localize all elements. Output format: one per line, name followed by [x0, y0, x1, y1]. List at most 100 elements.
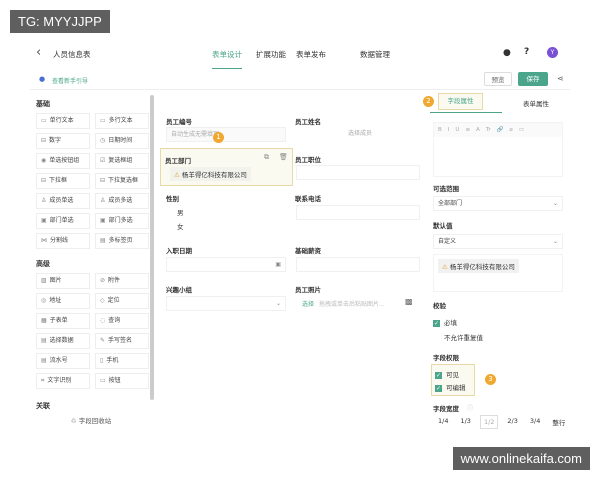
- visible-checkbox[interactable]: ✓ 可见: [435, 369, 459, 379]
- width-option[interactable]: 3/4: [527, 415, 543, 429]
- component-item[interactable]: ✎ 手写签名: [95, 333, 149, 349]
- field-recycle-bin[interactable]: ♲ 字段回收站: [30, 415, 152, 425]
- help-icon[interactable]: ?: [524, 47, 529, 57]
- component-item[interactable]: ⌗ 文字识别: [36, 373, 90, 389]
- gender-option-male[interactable]: 男: [177, 207, 184, 217]
- component-item[interactable]: ▤ 多标签页: [95, 233, 149, 249]
- dept-field-selected[interactable]: 员工部门 ⧉ 🗑 ⚠ 杨羊得亿科技有限公司: [160, 148, 293, 186]
- component-item[interactable]: ◷ 日期时间: [95, 133, 149, 149]
- tab-publish[interactable]: 表单发布: [296, 49, 326, 60]
- toolbar-button[interactable]: Tr: [486, 127, 491, 133]
- tab-form-props[interactable]: 表单属性: [523, 98, 549, 108]
- component-label: 选择数据: [49, 337, 74, 344]
- copy-icon[interactable]: ⧉: [264, 153, 269, 162]
- component-item[interactable]: ⊘ 附件: [95, 273, 149, 289]
- avatar[interactable]: Y: [547, 47, 558, 58]
- position-input[interactable]: [296, 165, 420, 180]
- delete-icon[interactable]: 🗑: [279, 153, 288, 161]
- toolbar-button[interactable]: A: [476, 127, 480, 133]
- component-item[interactable]: ▣ 部门单选: [36, 213, 90, 229]
- label-permission: 字段权限: [433, 354, 459, 362]
- label-emp-no: 员工编号: [166, 118, 192, 126]
- component-item[interactable]: ▭ 单行文本: [36, 113, 90, 129]
- label-default: 默认值: [433, 222, 453, 230]
- palette-scrollbar[interactable]: [150, 95, 154, 400]
- required-checkbox[interactable]: ✓ 必填: [433, 317, 457, 327]
- notification-icon[interactable]: ●: [503, 48, 511, 58]
- component-item[interactable]: ▤ 流水号: [36, 353, 90, 369]
- component-item[interactable]: ◌ 查询: [95, 313, 149, 329]
- component-icon: ▭: [41, 117, 47, 124]
- component-label: 成员单选: [49, 197, 74, 204]
- guide-link[interactable]: 查看新手引导: [52, 76, 88, 85]
- component-item[interactable]: ◎ 地址: [36, 293, 90, 309]
- toolbar-button[interactable]: 🔗: [497, 127, 504, 133]
- component-item[interactable]: ⊟ 下拉框: [36, 173, 90, 189]
- width-option[interactable]: 2/3: [504, 415, 520, 429]
- component-icon: ✎: [100, 337, 106, 344]
- component-item[interactable]: ▨ 图片: [36, 273, 90, 289]
- width-option[interactable]: 整行: [549, 415, 568, 429]
- component-icon: ▦: [41, 317, 47, 324]
- component-icon: ▯: [100, 357, 104, 364]
- group-select[interactable]: ⌄: [166, 296, 286, 311]
- tab-data-manage[interactable]: 数据管理: [360, 49, 390, 60]
- rich-text-editor[interactable]: B I U ≡ A Tr 🔗 ⌀ ▭: [433, 122, 563, 177]
- component-item[interactable]: ▭ 按钮: [95, 373, 149, 389]
- component-item[interactable]: ▤ 选择数据: [36, 333, 90, 349]
- permission-group: ✓ 可见 ✓ 可编辑: [431, 364, 475, 396]
- component-label: 多标签页: [108, 237, 133, 244]
- toolbar-button[interactable]: ≡: [465, 127, 470, 133]
- component-item[interactable]: ⋈ 分割线: [36, 233, 90, 249]
- emp-name-select[interactable]: 选择成员: [296, 127, 420, 142]
- emp-no-input[interactable]: 自动生成无需填写: [166, 127, 286, 142]
- component-item[interactable]: ♙ 成员单选: [36, 193, 90, 209]
- salary-input[interactable]: [296, 257, 420, 272]
- editable-checkbox[interactable]: ✓ 可编辑: [435, 382, 466, 392]
- badge-3: 3: [485, 374, 496, 385]
- component-item[interactable]: ♙ 成员多选: [95, 193, 149, 209]
- toolbar-button[interactable]: ▭: [519, 127, 524, 133]
- toolbar-button[interactable]: U: [455, 127, 459, 133]
- component-item[interactable]: ▦ 子表单: [36, 313, 90, 329]
- component-item[interactable]: ▭ 多行文本: [95, 113, 149, 129]
- toolbar-button[interactable]: I: [448, 127, 450, 133]
- component-item[interactable]: ⊟ 下拉复选框: [95, 173, 149, 189]
- width-option[interactable]: 1/3: [457, 415, 473, 429]
- component-label: 地址: [49, 297, 62, 304]
- component-icon: ▨: [41, 277, 47, 284]
- tab-form-design[interactable]: 表单设计: [212, 49, 242, 69]
- label-salary: 基础薪资: [295, 247, 321, 255]
- range-select[interactable]: 全部部门 ⌄: [433, 196, 563, 211]
- tab-extensions[interactable]: 扩展功能: [256, 49, 286, 60]
- width-option[interactable]: 1/2: [479, 415, 499, 429]
- toolbar-button[interactable]: ⌀: [509, 127, 512, 133]
- width-option[interactable]: 1/4: [435, 415, 451, 429]
- photo-hint: 拖拽或单击后粘贴图片...: [319, 301, 385, 308]
- default-select[interactable]: 自定义 ⌄: [433, 234, 563, 249]
- component-item[interactable]: ◉ 单选按钮组: [36, 153, 90, 169]
- component-label: 流水号: [49, 357, 68, 364]
- gender-option-female[interactable]: 女: [177, 221, 184, 231]
- component-item[interactable]: ⊟ 数字: [36, 133, 90, 149]
- default-value-box[interactable]: ⚠ 杨羊得亿科技有限公司: [433, 254, 563, 292]
- component-item[interactable]: ◇ 定位: [95, 293, 149, 309]
- toolbar-button[interactable]: B: [438, 127, 442, 133]
- tab-field-props[interactable]: 字段属性: [438, 93, 483, 110]
- save-button[interactable]: 保存: [518, 72, 548, 86]
- hire-date-input[interactable]: ▣: [166, 257, 286, 272]
- component-item[interactable]: ▣ 部门多选: [95, 213, 149, 229]
- component-item[interactable]: ☑ 复选框组: [95, 153, 149, 169]
- photo-select-button[interactable]: 选择: [302, 299, 314, 308]
- qrcode-icon[interactable]: ▩: [405, 297, 413, 306]
- component-item[interactable]: ▯ 手机: [95, 353, 149, 369]
- no-duplicate-checkbox[interactable]: 不允许重复值: [444, 332, 483, 342]
- preview-button[interactable]: 预览: [484, 72, 512, 86]
- badge-1: 1: [213, 132, 224, 143]
- component-icon: ◉: [41, 157, 47, 164]
- phone-input[interactable]: [296, 205, 420, 220]
- component-label: 数字: [49, 137, 62, 144]
- share-icon[interactable]: ⋖: [557, 74, 564, 83]
- label-photo: 员工照片: [295, 286, 321, 294]
- back-icon[interactable]: ‹: [36, 45, 41, 60]
